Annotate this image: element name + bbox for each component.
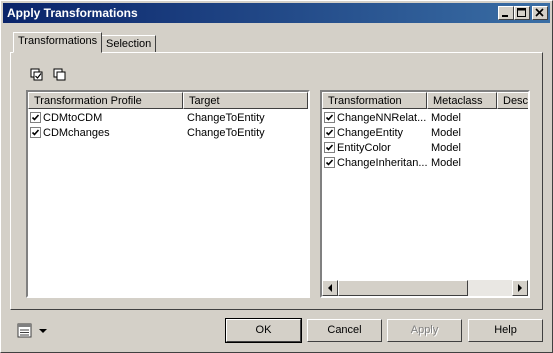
tab-selection[interactable]: Selection	[101, 35, 157, 53]
maximize-button[interactable]	[514, 6, 530, 20]
tab-transformations[interactable]: Transformations	[13, 32, 103, 53]
ok-button[interactable]: OK	[225, 318, 302, 343]
transformations-panel	[10, 52, 543, 310]
minimize-button[interactable]	[498, 6, 514, 20]
close-icon	[535, 8, 544, 17]
help-button[interactable]: Help	[468, 319, 543, 342]
list-options-icon[interactable]	[17, 323, 51, 339]
apply-transformations-dialog: Apply Transformations Transformations Se…	[0, 0, 553, 353]
tab-selection-label: Selection	[106, 38, 152, 50]
title-bar[interactable]: Apply Transformations	[3, 3, 550, 23]
apply-button[interactable]: Apply	[387, 319, 462, 342]
window-title: Apply Transformations	[7, 6, 138, 20]
tab-transformations-label: Transformations	[18, 35, 98, 47]
cancel-button[interactable]: Cancel	[307, 319, 382, 342]
maximize-icon	[517, 8, 526, 17]
minimize-icon	[502, 15, 508, 17]
close-button[interactable]	[532, 6, 548, 20]
